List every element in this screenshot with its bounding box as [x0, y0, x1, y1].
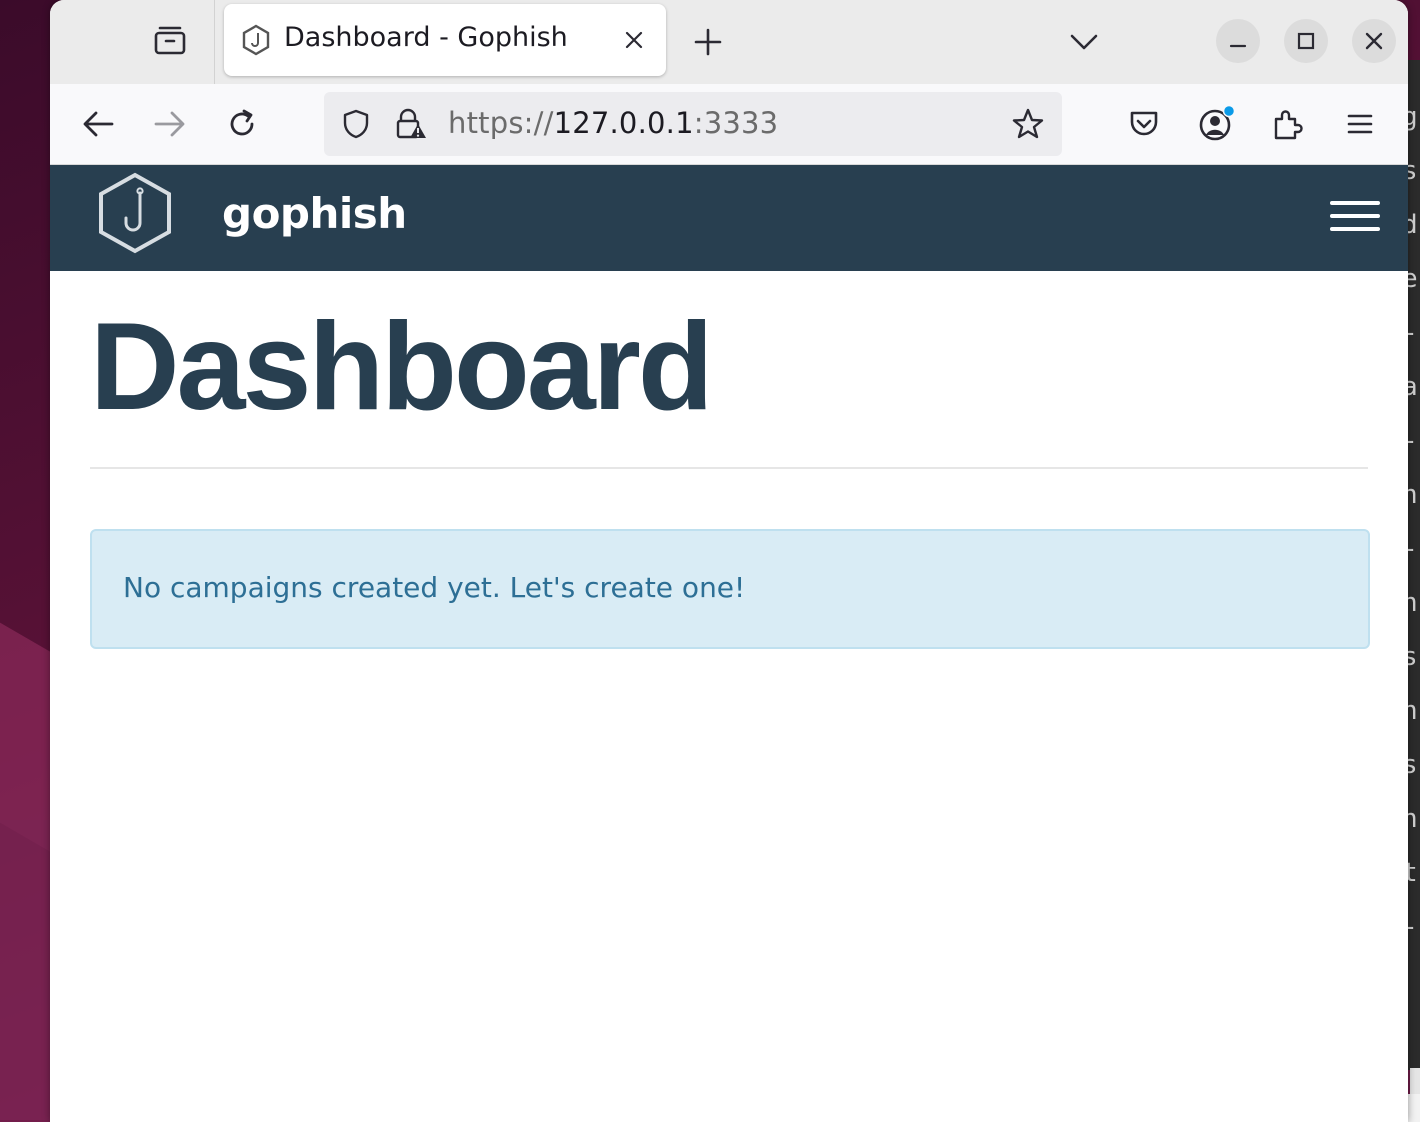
reload-icon [230, 109, 254, 136]
hamburger-menu-icon [1330, 214, 1380, 218]
tab-bar: Dashboard - Gophish [50, 0, 1408, 84]
url-text: https://127.0.0.1:3333 [448, 106, 778, 140]
forward-button[interactable] [148, 102, 192, 146]
tracking-protection-button[interactable] [338, 106, 374, 142]
reload-button[interactable] [220, 102, 264, 146]
gophish-hook-logo[interactable] [96, 171, 174, 255]
forward-arrow-icon [154, 111, 185, 137]
firefox-view-button[interactable] [150, 20, 190, 60]
page-title: Dashboard [90, 298, 714, 436]
back-arrow-icon [83, 111, 114, 137]
close-icon [1365, 32, 1383, 50]
tab-dashboard[interactable]: Dashboard - Gophish [224, 4, 666, 76]
hamburger-menu-icon [1330, 201, 1380, 205]
app-brand[interactable]: gophish [222, 189, 407, 238]
minimize-icon [1229, 44, 1247, 48]
title-divider [90, 467, 1368, 469]
pocket-icon [1130, 111, 1158, 136]
puzzle-icon [1274, 110, 1303, 140]
list-all-tabs-button[interactable] [1062, 20, 1106, 64]
browser-window: Dashboard - Gophish https://127.0.0.1:33… [50, 0, 1408, 1122]
info-alert: No campaigns created yet. Let's create o… [90, 529, 1370, 649]
minimize-button[interactable] [1216, 19, 1260, 63]
tab-title: Dashboard - Gophish [284, 22, 568, 53]
page-content: Dashboard No campaigns created yet. Let'… [50, 271, 1408, 1122]
desktop-wallpaper-shape [0, 820, 55, 1120]
site-security-button[interactable] [392, 106, 428, 142]
bookmark-button[interactable] [1010, 106, 1046, 142]
url-host: 127.0.0.1 [553, 106, 694, 140]
background-window-edge [1406, 1094, 1420, 1122]
tab-close-button[interactable] [620, 26, 648, 54]
url-scheme: https:// [448, 106, 554, 140]
new-tab-button[interactable] [686, 20, 730, 64]
navigation-toolbar: https://127.0.0.1:3333 [50, 84, 1408, 165]
maximize-icon [1297, 32, 1315, 50]
gophish-favicon-icon [240, 24, 272, 56]
extensions-button[interactable] [1266, 102, 1310, 146]
background-window-scrollbar [1410, 1068, 1420, 1094]
url-port: :3333 [693, 106, 779, 140]
alert-message: No campaigns created yet. Let's create o… [123, 571, 746, 604]
app-menu-button[interactable] [1330, 201, 1380, 235]
hamburger-menu-icon [1347, 114, 1373, 134]
address-bar[interactable]: https://127.0.0.1:3333 [324, 92, 1062, 156]
account-button[interactable] [1194, 102, 1238, 146]
star-icon [1012, 108, 1044, 139]
pocket-button[interactable] [1122, 102, 1166, 146]
chevron-down-icon [1070, 34, 1098, 50]
plus-icon [694, 28, 722, 56]
lock-warning-icon [396, 108, 426, 139]
close-window-button[interactable] [1352, 19, 1396, 63]
firefox-view-icon [154, 26, 186, 55]
account-icon [1199, 104, 1236, 141]
back-button[interactable] [76, 102, 120, 146]
browser-menu-button[interactable] [1338, 102, 1382, 146]
hamburger-menu-icon [1330, 227, 1380, 231]
app-header: gophish [50, 165, 1408, 271]
maximize-button[interactable] [1284, 19, 1328, 63]
tab-separator [214, 0, 215, 84]
shield-icon [343, 109, 369, 139]
close-icon [625, 31, 643, 49]
